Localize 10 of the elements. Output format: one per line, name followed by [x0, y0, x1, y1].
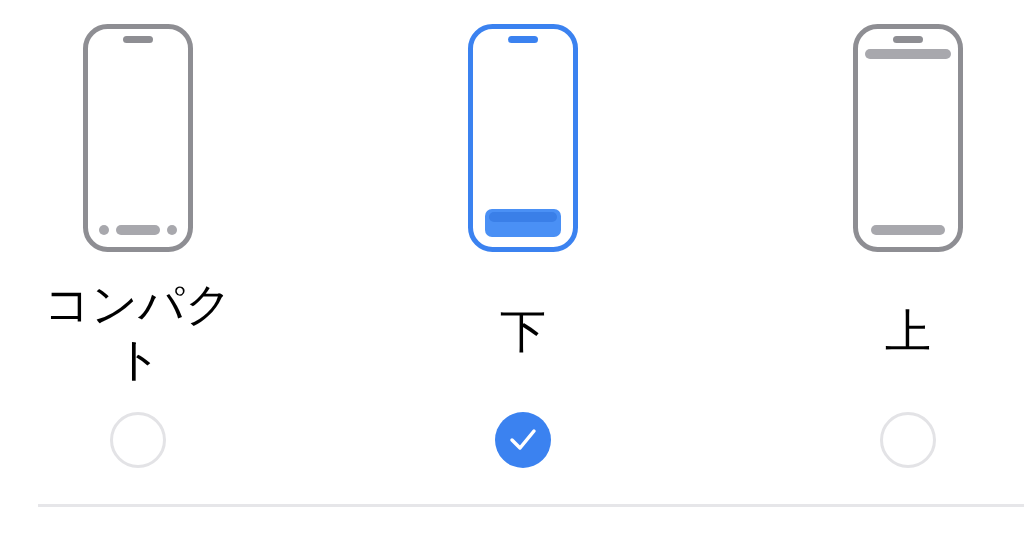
phone-layout-icon [853, 24, 963, 252]
option-label: コンパクト [43, 276, 233, 388]
radio-button[interactable] [110, 412, 166, 468]
checkmark-icon [509, 428, 537, 452]
radio-button[interactable] [880, 412, 936, 468]
phone-layout-icon [83, 24, 193, 252]
phone-layout-icon [468, 24, 578, 252]
option-label: 下 [500, 304, 546, 360]
option-label: 上 [885, 304, 931, 360]
radio-button[interactable] [495, 412, 551, 468]
